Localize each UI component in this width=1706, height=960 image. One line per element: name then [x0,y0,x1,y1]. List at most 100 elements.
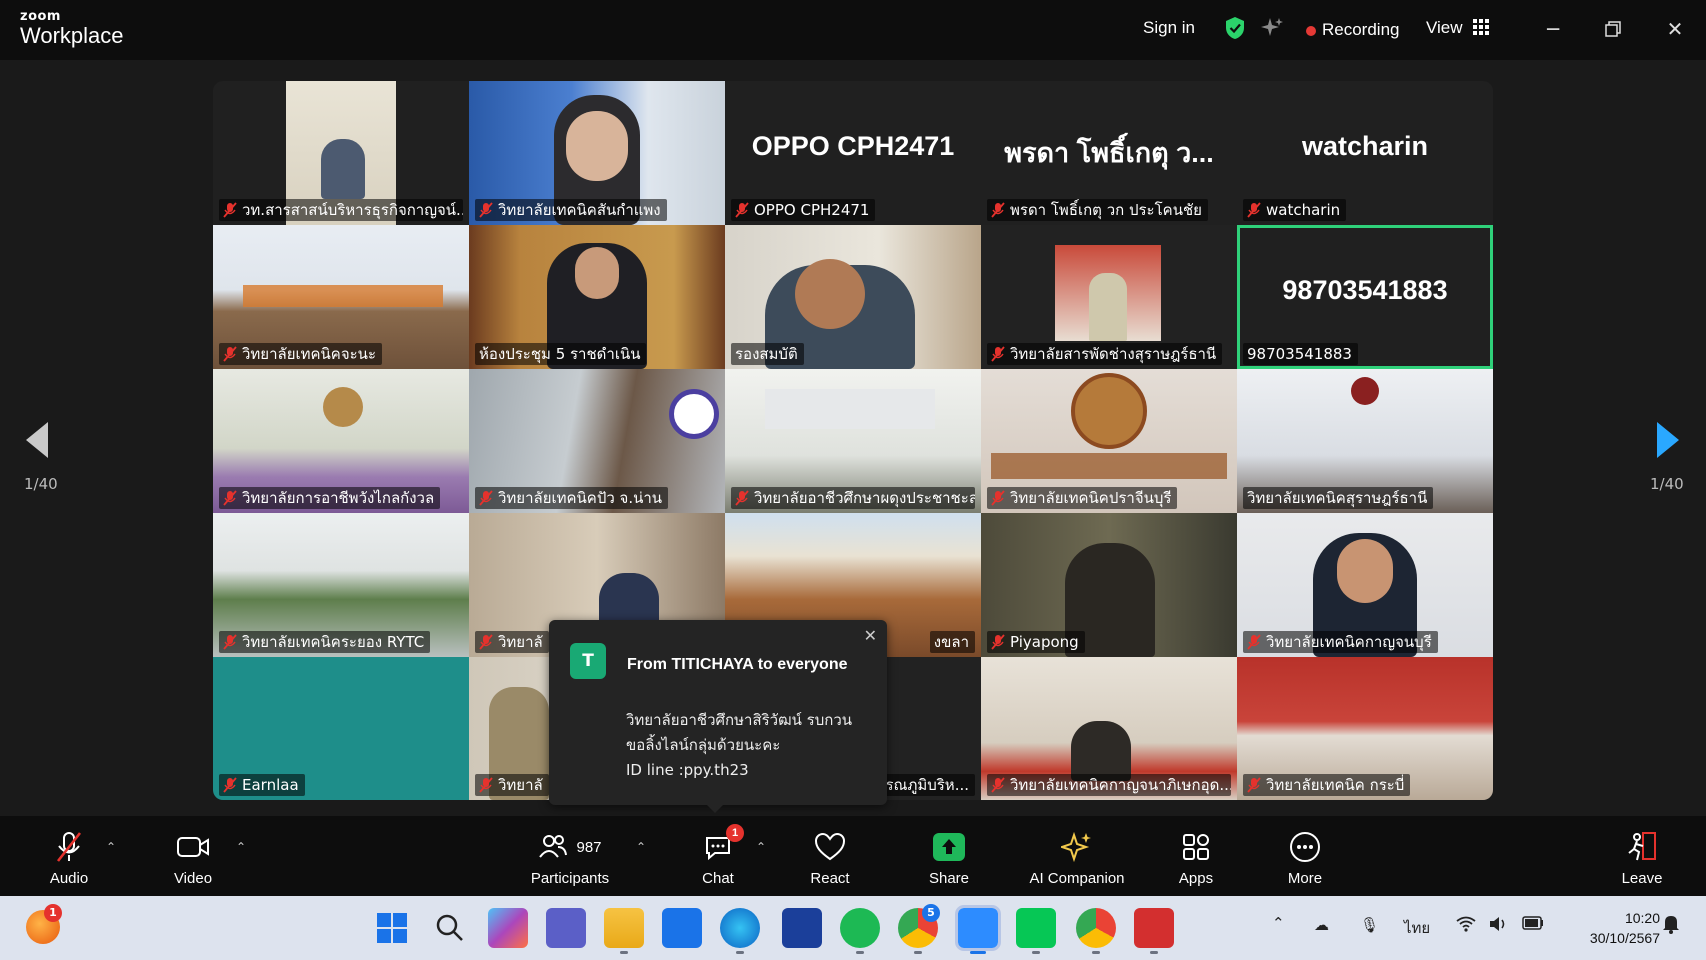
participants-options-icon[interactable]: ⌃ [636,840,646,854]
participants-button[interactable]: 987 Participants [524,830,616,887]
audio-button[interactable]: Audio [44,830,94,887]
os-taskbar: 1 5 ⌃ ☁ 🎙 ไทย 10:20 30/10/2567 [0,896,1706,960]
face-shape [575,247,619,299]
participant-name: วิทยาลัยเทคนิคปัว จ.น่าน [475,487,669,509]
participant-tile[interactable]: วท.สารสาสน์บริหารธุรกิจกาญจน์... [213,81,469,225]
apps-label: Apps [1178,870,1214,887]
participant-tile[interactable]: วิทยาลัยเทคนิคสุราษฎร์ธานี [1237,369,1493,513]
participant-tile[interactable]: Earnlaa [213,657,469,800]
file-explorer-icon[interactable] [604,908,644,954]
spotify-icon[interactable] [840,908,880,954]
pdf-reader-icon[interactable] [1134,908,1174,954]
participant-name: พรดา โพธิ์เกตุ วก ประโคนชัย [987,199,1208,221]
participant-name: watcharin [1243,199,1347,221]
video-button[interactable]: Video [168,830,218,887]
leave-button[interactable]: Leave [1620,830,1664,887]
participant-tile-active-speaker[interactable]: 98703541883 98703541883 [1237,225,1493,369]
participant-name: รองสมบัติ [731,343,804,365]
chrome-profile-icon[interactable] [1076,908,1116,954]
windows-start-icon[interactable] [372,908,412,948]
participant-name: วิทยาลัยเทคนิคปราจีนบุรี [987,487,1178,509]
ai-companion-button[interactable]: AI Companion [1024,830,1130,887]
recording-label: Recording [1322,20,1400,39]
people-row [243,285,443,307]
participant-display-name: พรดา โพธิ์เกตุ ว... [1004,138,1214,168]
chrome-icon[interactable]: 5 [898,904,940,954]
participants-label: Participants [530,870,610,887]
video-label: Video [173,870,213,887]
mic-muted-icon [223,490,237,506]
emblem [323,387,363,427]
sign-in-button[interactable]: Sign in [1143,18,1195,38]
chat-options-icon[interactable]: ⌃ [756,840,766,854]
chat-button[interactable]: Chat 1 [700,824,744,887]
participant-name: วิทยาลัยเทคนิคสันกำแพง [475,199,667,221]
grid-view-icon [1473,19,1490,35]
minimize-icon[interactable]: ─ [1538,14,1568,44]
participant-tile[interactable]: วิทยาลัยเทคนิคจะนะ [213,225,469,369]
participant-tile[interactable]: รองสมบัติ [725,225,981,369]
audio-label: Audio [49,870,89,887]
video-options-icon[interactable]: ⌃ [236,840,246,854]
participant-tile[interactable]: วิทยาลัยเทคนิคปราจีนบุรี [981,369,1237,513]
participant-tile[interactable]: Piyapong [981,513,1237,657]
participant-tile[interactable]: ห้องประชุม 5 ราชดำเนิน [469,225,725,369]
participant-tile[interactable]: วิทยาลัยสารพัดช่างสุราษฎร์ธานี [981,225,1237,369]
participant-tile[interactable]: วิทยาลัยเทคนิคปัว จ.น่าน [469,369,725,513]
notification-app-icon[interactable]: 1 [26,904,62,944]
close-popup-icon[interactable]: ✕ [864,626,877,645]
next-page-icon[interactable] [1655,420,1685,460]
participant-name: Piyapong [987,631,1085,653]
mail-icon[interactable] [662,908,702,948]
sparkle-icon[interactable] [1260,16,1284,45]
edge-icon[interactable] [720,908,760,954]
whiteboard-icon[interactable] [782,908,822,948]
search-icon[interactable] [430,908,470,948]
participant-tile[interactable]: OPPO CPH2471 OPPO CPH2471 [725,81,981,225]
share-button[interactable]: Share [926,830,972,887]
participant-tile[interactable]: วิทยาลัยเทคนิคสันกำแพง [469,81,725,225]
participant-tile[interactable]: วิทยาลัยการอาชีพวังไกลกังวล [213,369,469,513]
close-icon[interactable]: ✕ [1660,14,1690,44]
microphone-icon[interactable]: 🎙 [1360,916,1379,934]
participant-tile[interactable]: watcharin watcharin [1237,81,1493,225]
apps-button[interactable]: Apps [1176,830,1216,887]
copilot-icon[interactable] [488,908,528,948]
tray-expand-icon[interactable]: ⌃ [1272,914,1285,932]
participant-tile[interactable]: วิทยาลัยเทคนิค กระบี่ [1237,657,1493,800]
more-button[interactable]: More [1285,830,1325,887]
ai-companion-label: AI Companion [1029,870,1125,887]
zoom-app-icon[interactable] [955,905,1001,954]
brand-small: zoom [20,9,61,24]
system-clock[interactable]: 10:20 30/10/2567 [1590,908,1660,948]
mic-muted-icon [735,202,749,218]
restore-icon[interactable] [1598,14,1628,44]
participant-tile[interactable]: พรดา โพธิ์เกตุ ว... พรดา โพธิ์เกตุ วก ปร… [981,81,1237,225]
teams-icon[interactable] [546,908,586,948]
share-screen-icon [933,833,965,861]
battery-icon[interactable] [1522,916,1544,934]
page-indicator-right: 1/40 [1650,475,1684,493]
participant-tile[interactable]: วิทยาลัยเทคนิคระยอง RYTC [213,513,469,657]
shield-icon[interactable] [1224,16,1246,45]
onedrive-icon[interactable]: ☁ [1314,916,1329,934]
ai-sparkle-icon [1061,831,1091,863]
meeting-toolbar: Audio ⌃ Video ⌃ 987 Participants ⌃ Chat … [0,816,1706,896]
volume-icon[interactable] [1488,916,1508,936]
recording-indicator[interactable]: Recording [1306,20,1400,40]
language-indicator[interactable]: ไทย [1404,916,1430,940]
prev-page-icon[interactable] [24,420,54,460]
chat-message: วิทยาลัยอาชีวศึกษาสิริวัฒน์ รบกวน ขอลิ้ง… [626,708,876,783]
view-button[interactable]: View [1426,18,1490,38]
react-button[interactable]: React [808,830,852,887]
notification-bell-icon[interactable] [1662,914,1680,938]
participant-tile[interactable]: วิทยาลัยเทคนิคกาญจนาภิเษกอุด... [981,657,1237,800]
emblem [669,389,719,439]
wifi-icon[interactable] [1456,916,1476,936]
participant-tile[interactable]: วิทยาลัยเทคนิคกาญจนบุรี [1237,513,1493,657]
line-icon[interactable] [1016,908,1056,954]
chat-notification-popup[interactable]: T From TITICHAYA to everyone ✕ วิทยาลัยอ… [549,620,887,813]
audio-options-icon[interactable]: ⌃ [106,840,116,854]
participant-tile[interactable]: วิทยาลัยอาชีวศึกษาผดุงประชาชะลา [725,369,981,513]
participant-display-name: 98703541883 [1282,275,1448,305]
